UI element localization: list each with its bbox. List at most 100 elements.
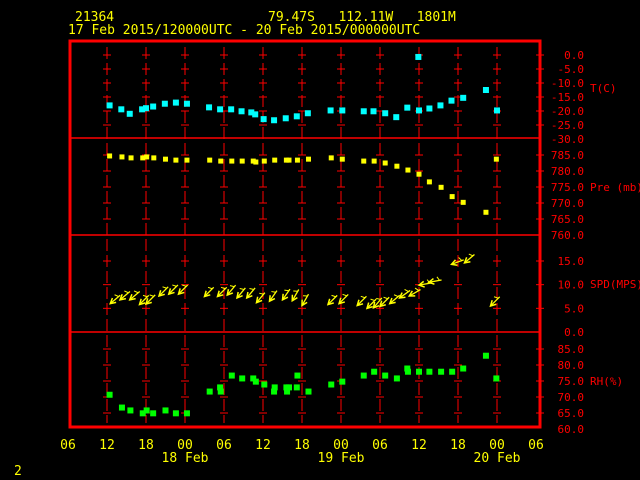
y-tick-label-relative_humidity: 80.0	[558, 359, 585, 372]
wind-arrow	[489, 296, 501, 308]
y-tick-label-wind_speed: 0.0	[564, 326, 584, 339]
x-tick-label: 18	[138, 438, 154, 453]
temperature-point	[206, 104, 213, 111]
relative_humidity-point	[426, 368, 433, 375]
wind-arrow	[356, 295, 367, 307]
temperature-point	[150, 103, 157, 110]
wind-arrow	[128, 290, 141, 301]
x-tick-label: 06	[60, 438, 76, 453]
temperature-point	[460, 94, 467, 101]
wind-arrow	[177, 284, 189, 296]
pressure-point	[405, 167, 411, 173]
temperature-point	[282, 115, 289, 122]
y-tick-label-temperature: -15.0	[551, 91, 584, 104]
temperature-point	[404, 104, 411, 111]
temperature-point	[494, 107, 500, 114]
relative_humidity-point	[416, 368, 422, 375]
x-tick-label: 12	[99, 438, 115, 453]
pressure-point	[173, 157, 179, 163]
temperature-point	[304, 110, 311, 117]
relative_humidity-point	[271, 384, 278, 391]
pressure-point	[184, 157, 190, 163]
wind-arrow	[326, 294, 338, 306]
relative_humidity-point	[172, 410, 179, 417]
temperature-point	[252, 111, 259, 118]
x-tick-label: 18	[450, 438, 466, 453]
relative_humidity-point	[404, 368, 411, 375]
relative_humidity-point	[305, 388, 312, 395]
pressure-point	[306, 156, 311, 162]
relative_humidity-point	[382, 372, 389, 379]
pressure-point	[460, 199, 466, 205]
temperature-point	[143, 105, 149, 112]
wind-arrow	[337, 293, 349, 305]
y-tick-label-temperature: -10.0	[551, 77, 584, 90]
pressure-point	[361, 158, 367, 164]
wind-arrow	[245, 287, 256, 300]
temperature-point	[393, 114, 400, 121]
y-tick-label-pressure: 770.0	[551, 197, 584, 210]
wind-arrow	[203, 286, 215, 298]
relative_humidity-point	[293, 384, 300, 391]
wind-arrow	[291, 289, 300, 303]
y-tick-label-temperature: 0.0	[564, 49, 584, 62]
wind-arrow	[157, 286, 169, 298]
temperature-point	[370, 108, 377, 115]
y-tick-label-wind_speed: 10.0	[558, 279, 585, 292]
y-tick-label-pressure: 765.0	[551, 213, 584, 226]
y-tick-label-pressure: 785.0	[551, 149, 584, 162]
wind-arrow	[109, 294, 121, 305]
pressure-point	[483, 209, 489, 215]
relative_humidity-point	[393, 375, 400, 382]
temperature-point	[448, 97, 455, 104]
temperature-point	[106, 102, 113, 109]
pressure-point	[382, 160, 388, 166]
pressure-point	[286, 157, 292, 163]
y-axis-label-pressure: Pre (mb)	[590, 181, 640, 194]
x-day-label: 19 Feb	[318, 451, 365, 466]
x-day-label: 18 Feb	[162, 451, 209, 466]
temperature-point	[416, 107, 422, 114]
pressure-point	[229, 158, 235, 164]
y-tick-label-temperature: -30.0	[551, 133, 584, 146]
y-tick-label-relative_humidity: 70.0	[558, 391, 585, 404]
wind-arrow	[226, 284, 237, 297]
temperature-point	[293, 113, 300, 120]
pressure-point	[207, 157, 213, 163]
x-tick-label: 06	[216, 438, 232, 453]
relative_humidity-point	[217, 388, 224, 395]
wind-arrow	[388, 294, 401, 305]
relative_humidity-point	[162, 407, 169, 414]
relative_humidity-point	[438, 368, 445, 375]
pressure-point	[449, 194, 455, 200]
y-tick-label-temperature: -25.0	[551, 119, 584, 132]
relative_humidity-point	[371, 368, 378, 375]
relative_humidity-point	[294, 372, 301, 379]
relative_humidity-point	[360, 372, 367, 379]
relative_humidity-point	[228, 372, 235, 379]
temperature-point	[327, 107, 334, 114]
relative_humidity-point	[150, 410, 157, 417]
relative_humidity-point	[449, 368, 456, 375]
wind-arrow	[235, 287, 246, 300]
relative_humidity-point	[252, 378, 259, 385]
x-tick-label: 06	[528, 438, 544, 453]
x-tick-label: 12	[411, 438, 427, 453]
meteogram-chart: 0.0-5.0-10.0-15.0-20.0-25.0-30.0T(C)785.…	[60, 39, 640, 466]
relative_humidity-point	[118, 404, 125, 411]
pressure-point	[239, 158, 245, 164]
y-tick-label-pressure: 780.0	[551, 165, 584, 178]
temperature-point	[217, 106, 224, 113]
x-day-label: 20 Feb	[474, 451, 521, 466]
relative_humidity-point	[286, 384, 292, 391]
relative_humidity-point	[460, 365, 467, 372]
pressure-point	[218, 158, 224, 164]
y-tick-label-relative_humidity: 75.0	[558, 375, 585, 388]
temperature-point	[426, 105, 433, 112]
wind-arrow	[268, 290, 278, 303]
relative_humidity-point	[261, 381, 268, 388]
wind-arrow	[118, 290, 131, 301]
wind-arrow	[301, 293, 310, 307]
relative_humidity-point	[206, 388, 213, 395]
pressure-point	[339, 156, 345, 162]
